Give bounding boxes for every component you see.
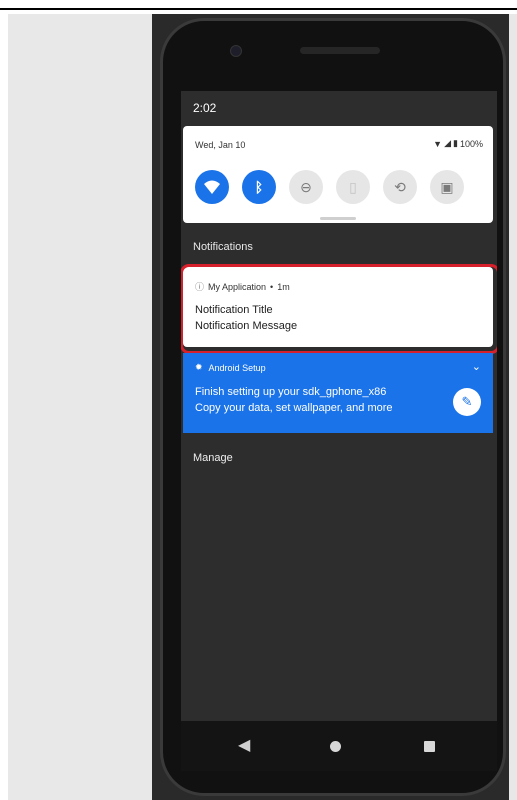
- quick-settings-panel: Wed, Jan 10 ▼ ◢ ▮ 100% ᛒ ⊖ ▯ ⟲ ▣: [183, 126, 493, 223]
- notification-shade[interactable]: 2:02 Wed, Jan 10 ▼ ◢ ▮ 100% ᛒ ⊖ ▯ ⟲ ▣ No…: [181, 91, 497, 721]
- cell-signal-icon: ◢: [444, 138, 452, 148]
- manage-button[interactable]: Manage: [193, 452, 233, 464]
- magic-wand-icon[interactable]: ✎: [453, 388, 481, 416]
- expand-handle[interactable]: [320, 217, 356, 220]
- battery-icon: ▮: [453, 138, 458, 148]
- dnd-tile[interactable]: ⊖: [289, 170, 323, 204]
- navigation-bar: ◀: [181, 721, 497, 771]
- quick-settings-tiles: ᛒ ⊖ ▯ ⟲ ▣: [195, 170, 464, 204]
- battery-saver-tile[interactable]: ▣: [430, 170, 464, 204]
- auto-rotate-icon: ⟲: [394, 178, 406, 195]
- notification-header: ⓘ My Application • 1m: [195, 280, 290, 293]
- wifi-tile[interactable]: [195, 170, 229, 204]
- earpiece-speaker: [300, 47, 380, 54]
- battery-saver-icon: ▣: [440, 178, 454, 195]
- setup-message: Copy your data, set wallpaper, and more: [195, 402, 393, 414]
- notification-time: 1m: [277, 281, 290, 292]
- setup-title: Finish setting up your sdk_gphone_x86: [195, 386, 387, 398]
- wifi-icon: [204, 180, 220, 194]
- app-notification[interactable]: ⓘ My Application • 1m Notification Title…: [181, 264, 497, 354]
- chevron-down-icon[interactable]: ⌄: [472, 360, 481, 373]
- right-panel: [509, 14, 517, 800]
- flashlight-tile[interactable]: ▯: [336, 170, 370, 204]
- back-icon[interactable]: ◀: [238, 735, 250, 755]
- home-icon[interactable]: [330, 741, 341, 752]
- front-camera: [230, 45, 242, 57]
- gear-icon: ✹: [195, 362, 203, 372]
- notification-title: Notification Title: [195, 304, 273, 316]
- bluetooth-icon: ᛒ: [254, 179, 264, 195]
- notification-message: Notification Message: [195, 320, 298, 332]
- do-not-disturb-icon: ⊖: [300, 178, 312, 195]
- auto-rotate-tile[interactable]: ⟲: [383, 170, 417, 204]
- notification-app-name: My Application: [208, 281, 267, 292]
- phone-frame: 2:02 Wed, Jan 10 ▼ ◢ ▮ 100% ᛒ ⊖ ▯ ⟲ ▣ No…: [160, 18, 506, 796]
- flashlight-icon: ▯: [349, 178, 357, 195]
- left-panel: [8, 14, 152, 800]
- status-clock: 2:02: [193, 101, 217, 115]
- qs-status-icons: ▼ ◢ ▮ 100%: [433, 138, 483, 149]
- qs-date[interactable]: Wed, Jan 10: [195, 140, 245, 150]
- top-border: [0, 8, 517, 10]
- battery-percent: 100%: [459, 138, 483, 149]
- wifi-signal-icon: ▼: [433, 138, 443, 149]
- bluetooth-tile[interactable]: ᛒ: [242, 170, 276, 204]
- recents-icon[interactable]: [424, 741, 435, 752]
- setup-app-name: Android Setup: [208, 362, 266, 373]
- separator-dot: •: [270, 281, 274, 292]
- info-icon: ⓘ: [195, 282, 205, 292]
- android-setup-notification[interactable]: ✹ Android Setup ⌄ Finish setting up your…: [183, 353, 493, 433]
- setup-header: ✹ Android Setup: [195, 362, 266, 373]
- notifications-header: Notifications: [193, 241, 253, 253]
